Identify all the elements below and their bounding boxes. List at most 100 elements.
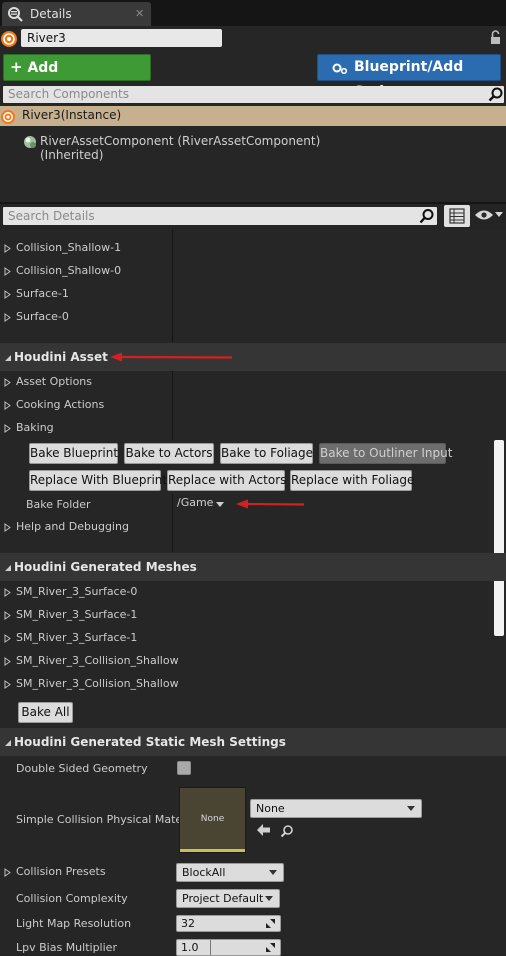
expand-arrow-icon[interactable] bbox=[4, 588, 11, 597]
bake-to-outliner-input-button[interactable]: Bake to Outliner Input bbox=[319, 443, 452, 464]
list-item[interactable]: Baking bbox=[0, 417, 506, 440]
collapse-arrow-icon[interactable] bbox=[4, 739, 12, 747]
list-item-label: SM_River_3_Surface-1 bbox=[16, 631, 138, 644]
expand-arrow-icon[interactable] bbox=[4, 244, 11, 253]
bake-folder-value: /Game bbox=[177, 496, 214, 509]
bake-all-button[interactable]: Bake All bbox=[18, 702, 73, 723]
replace-with-blueprint-button[interactable]: Replace With Blueprint bbox=[29, 470, 167, 491]
list-item[interactable]: SM_River_3_Surface-0 bbox=[0, 581, 506, 604]
list-item-label: Surface-0 bbox=[16, 310, 69, 323]
list-item-label: Collision_Shallow-1 bbox=[16, 241, 122, 254]
component-instance-row[interactable]: River3(Instance) bbox=[0, 106, 506, 126]
list-item[interactable]: Surface-1 bbox=[0, 283, 506, 306]
list-item[interactable]: Cooking Actions bbox=[0, 394, 506, 417]
replace-with-foliage-button[interactable]: Replace with Foliage bbox=[290, 470, 414, 491]
chevron-down-icon[interactable] bbox=[495, 212, 503, 218]
list-item-label: Cooking Actions bbox=[16, 398, 105, 411]
collision-complexity-combo[interactable]: Project Default bbox=[176, 889, 280, 908]
search-components-placeholder: Search Components bbox=[8, 87, 129, 101]
expand-arrow-icon[interactable] bbox=[4, 868, 11, 877]
list-item[interactable]: SM_River_3_Surface-1 bbox=[0, 604, 506, 627]
collision-presets-combo[interactable]: BlockAll bbox=[176, 863, 284, 882]
chevron-down-icon bbox=[269, 870, 277, 875]
lpv-bias-multiplier-label: Lpv Bias Multiplier bbox=[16, 941, 117, 954]
component-icon bbox=[22, 134, 38, 150]
light-map-resolution-input[interactable]: 32 bbox=[176, 915, 281, 932]
replace-with-actors-button[interactable]: Replace with Actors bbox=[167, 470, 286, 491]
bake-to-foliage-button[interactable]: Bake to Foliage bbox=[220, 443, 313, 464]
list-item-label: Collision_Shallow-0 bbox=[16, 264, 122, 277]
eye-icon[interactable] bbox=[474, 209, 494, 221]
search-components-input[interactable]: Search Components bbox=[3, 86, 504, 103]
category-houdini-asset[interactable]: Houdini Asset bbox=[0, 343, 506, 371]
physical-material-thumbnail[interactable]: None bbox=[179, 787, 246, 853]
clipped-row bbox=[0, 230, 170, 236]
expand-arrow-icon[interactable] bbox=[4, 657, 11, 666]
bake-folder-combo[interactable]: /Game bbox=[177, 496, 237, 512]
expand-arrow-icon[interactable] bbox=[4, 680, 11, 689]
list-item[interactable]: Asset Options bbox=[0, 371, 506, 394]
lpv-bias-multiplier-input[interactable]: 1.0 bbox=[176, 939, 281, 956]
actor-name-field[interactable]: River3 bbox=[21, 29, 222, 47]
river-asset-component-row[interactable]: RiverAssetComponent (RiverAssetComponent… bbox=[22, 134, 362, 162]
expand-arrow-icon[interactable] bbox=[4, 634, 11, 643]
expand-arrow-icon[interactable] bbox=[4, 401, 11, 410]
list-item[interactable]: Help and Debugging bbox=[0, 516, 506, 539]
search-details-input[interactable]: Search Details bbox=[3, 207, 437, 225]
double-sided-checkbox[interactable] bbox=[177, 761, 191, 775]
asset-type-bar bbox=[180, 849, 245, 852]
add-component-button[interactable]: + Add Component ▾ bbox=[3, 54, 151, 101]
list-item-label: SM_River_3_Surface-0 bbox=[16, 585, 138, 598]
chevron-down-icon bbox=[265, 896, 273, 901]
list-item-label: SM_River_3_Surface-1 bbox=[16, 608, 138, 621]
category-houdini-generated-meshes[interactable]: Houdini Generated Meshes bbox=[0, 553, 506, 581]
browse-icon[interactable] bbox=[280, 824, 294, 838]
collapse-arrow-icon[interactable] bbox=[4, 354, 12, 362]
category-label: Houdini Generated Static Mesh Settings bbox=[14, 735, 286, 749]
close-icon[interactable]: ✕ bbox=[135, 7, 144, 20]
physical-material-value: None bbox=[256, 802, 285, 815]
list-item[interactable]: Collision_Shallow-0 bbox=[0, 260, 506, 283]
expand-arrow-icon[interactable] bbox=[4, 290, 11, 299]
light-map-resolution-value: 32 bbox=[181, 917, 195, 930]
houdini-icon bbox=[0, 30, 18, 48]
expand-arrow-icon[interactable] bbox=[4, 267, 11, 276]
expand-arrow-icon[interactable] bbox=[4, 378, 11, 387]
expand-arrow-icon[interactable] bbox=[4, 424, 11, 433]
list-item[interactable]: Collision_Shallow-1 bbox=[0, 237, 506, 260]
use-selected-arrow-icon[interactable] bbox=[257, 824, 271, 836]
panel-divider bbox=[0, 202, 506, 204]
list-item[interactable]: SM_River_3_Collision_Shallow bbox=[0, 650, 506, 673]
list-item-label: Asset Options bbox=[16, 375, 93, 388]
lock-icon[interactable] bbox=[487, 29, 503, 45]
double-sided-label: Double Sided Geometry bbox=[16, 762, 148, 775]
expand-arrow-icon[interactable] bbox=[4, 523, 11, 532]
collision-presets-value: BlockAll bbox=[182, 866, 226, 879]
slider-fill-marker bbox=[210, 940, 211, 955]
search-details-placeholder: Search Details bbox=[8, 209, 95, 223]
expand-arrow-icon[interactable] bbox=[4, 313, 11, 322]
list-item-label: Surface-1 bbox=[16, 287, 69, 300]
component-instance-label: River3(Instance) bbox=[22, 108, 122, 122]
annotation-arrow-icon bbox=[236, 499, 305, 509]
list-item-label: SM_River_3_Collision_Shallow bbox=[16, 654, 179, 667]
list-item[interactable]: Surface-0 bbox=[0, 306, 506, 329]
bake-blueprint-button[interactable]: Bake Blueprint bbox=[29, 443, 118, 464]
lpv-bias-multiplier-value: 1.0 bbox=[181, 941, 199, 954]
collapse-arrow-icon[interactable] bbox=[4, 564, 12, 572]
river-asset-component-label: RiverAssetComponent (RiverAssetComponent… bbox=[40, 134, 321, 162]
category-label: Houdini Generated Meshes bbox=[14, 560, 197, 574]
list-item[interactable]: SM_River_3_Surface-1 bbox=[0, 627, 506, 650]
blueprint-add-script-button[interactable]: Blueprint/Add Script bbox=[317, 54, 501, 100]
physical-material-combo[interactable]: None bbox=[250, 799, 422, 818]
search-icon bbox=[419, 208, 435, 224]
category-label: Houdini Asset bbox=[14, 350, 108, 364]
resize-arrows-icon bbox=[266, 943, 275, 952]
tab-details[interactable]: Details ✕ bbox=[2, 2, 151, 26]
property-matrix-button[interactable] bbox=[444, 205, 470, 227]
expand-arrow-icon[interactable] bbox=[4, 611, 11, 620]
category-static-mesh-settings[interactable]: Houdini Generated Static Mesh Settings bbox=[0, 728, 506, 756]
bake-to-actors-button[interactable]: Bake to Actors bbox=[124, 443, 214, 464]
list-item[interactable]: SM_River_3_Collision_Shallow bbox=[0, 673, 506, 696]
physical-material-label: Simple Collision Physical Mate bbox=[16, 813, 183, 826]
